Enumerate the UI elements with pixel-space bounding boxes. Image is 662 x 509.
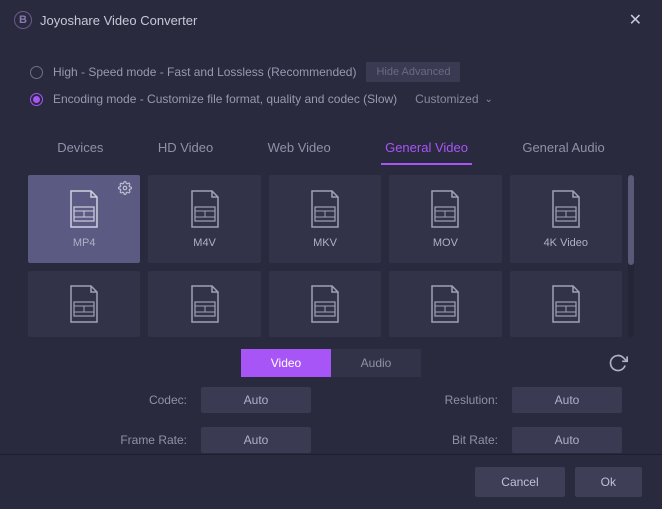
format-label: MP4 (73, 237, 96, 249)
sub-tabs: Video Audio (0, 349, 662, 377)
format-card[interactable] (28, 271, 140, 337)
tab-devices[interactable]: Devices (53, 132, 107, 165)
app-logo-icon: B (14, 11, 32, 29)
format-card-mov[interactable]: MOV (389, 175, 501, 263)
high-speed-mode-row[interactable]: High - Speed mode - Fast and Lossless (R… (30, 62, 632, 82)
scrollbar-thumb[interactable] (628, 175, 634, 265)
framerate-label: Frame Rate: (120, 433, 187, 447)
subtab-video[interactable]: Video (241, 349, 331, 377)
customized-dropdown[interactable]: Customized ⌄ (415, 92, 493, 106)
setting-codec: Codec: Auto (40, 387, 311, 413)
scrollbar[interactable] (628, 175, 634, 337)
window-title: Joyoshare Video Converter (40, 13, 197, 28)
gear-icon[interactable] (118, 181, 132, 200)
tab-general-video[interactable]: General Video (381, 132, 472, 165)
tab-general-audio[interactable]: General Audio (518, 132, 608, 165)
encoding-mode-row[interactable]: Encoding mode - Customize file format, q… (30, 92, 632, 106)
file-video-icon (188, 189, 222, 229)
format-card-mkv[interactable]: MKV (269, 175, 381, 263)
high-speed-label: High - Speed mode - Fast and Lossless (R… (53, 65, 356, 79)
setting-resolution: Reslution: Auto (351, 387, 622, 413)
format-card-mp4[interactable]: MP4 (28, 175, 140, 263)
tab-hd-video[interactable]: HD Video (154, 132, 217, 165)
format-card[interactable] (389, 271, 501, 337)
codec-dropdown[interactable]: Auto (201, 387, 311, 413)
setting-bitrate: Bit Rate: Auto (351, 427, 622, 453)
codec-label: Codec: (149, 393, 187, 407)
category-tabs: Devices HD Video Web Video General Video… (0, 124, 662, 165)
format-grid: MP4 M4V MKV MOV 4K Video (28, 175, 622, 337)
footer: Cancel Ok (0, 454, 662, 509)
format-label: 4K Video (544, 237, 588, 249)
encoding-label: Encoding mode - Customize file format, q… (53, 92, 397, 106)
close-icon[interactable]: ✕ (623, 8, 648, 32)
file-video-icon (549, 189, 583, 229)
customized-label: Customized (415, 92, 478, 106)
mode-options: High - Speed mode - Fast and Lossless (R… (0, 40, 662, 124)
format-card-4k-video[interactable]: 4K Video (510, 175, 622, 263)
file-video-icon (428, 284, 462, 324)
bitrate-dropdown[interactable]: Auto (512, 427, 622, 453)
format-label: MKV (313, 237, 337, 249)
titlebar: B Joyoshare Video Converter ✕ (0, 0, 662, 40)
format-card[interactable] (510, 271, 622, 337)
format-card[interactable] (269, 271, 381, 337)
format-grid-wrap: MP4 M4V MKV MOV 4K Video (28, 175, 634, 337)
cancel-button[interactable]: Cancel (475, 467, 564, 497)
resolution-dropdown[interactable]: Auto (512, 387, 622, 413)
file-video-icon (67, 189, 101, 229)
framerate-dropdown[interactable]: Auto (201, 427, 311, 453)
radio-selected-icon[interactable] (30, 93, 43, 106)
file-video-icon (308, 284, 342, 324)
bitrate-label: Bit Rate: (452, 433, 498, 447)
file-video-icon (67, 284, 101, 324)
resolution-label: Reslution: (445, 393, 498, 407)
file-video-icon (549, 284, 583, 324)
ok-button[interactable]: Ok (575, 467, 642, 497)
format-label: MOV (433, 237, 458, 249)
format-label: M4V (193, 237, 216, 249)
hide-advanced-button[interactable]: Hide Advanced (366, 62, 460, 82)
file-video-icon (188, 284, 222, 324)
setting-framerate: Frame Rate: Auto (40, 427, 311, 453)
file-video-icon (308, 189, 342, 229)
format-card[interactable] (148, 271, 260, 337)
refresh-icon[interactable] (608, 353, 628, 378)
chevron-down-icon: ⌄ (485, 94, 493, 105)
title-left: B Joyoshare Video Converter (14, 11, 197, 29)
tab-web-video[interactable]: Web Video (264, 132, 335, 165)
radio-unselected-icon[interactable] (30, 66, 43, 79)
file-video-icon (428, 189, 462, 229)
format-card-m4v[interactable]: M4V (148, 175, 260, 263)
subtab-audio[interactable]: Audio (331, 349, 421, 377)
